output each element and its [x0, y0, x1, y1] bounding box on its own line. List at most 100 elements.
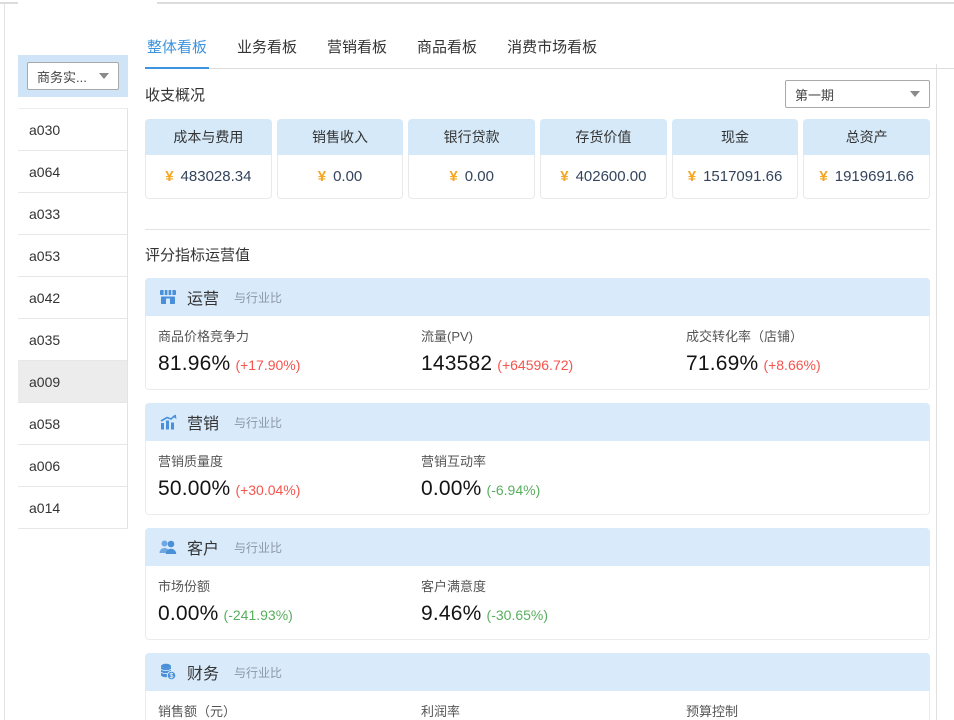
stat-header: 存货价值: [540, 119, 667, 155]
list-item-a009-selected[interactable]: a009: [18, 361, 127, 403]
svg-text:$: $: [170, 673, 174, 680]
metric-delta: (+30.04%): [235, 482, 300, 498]
stat-value-cell: ¥ 1517091.66: [672, 155, 799, 199]
account-list: a030 a064 a033 a053 a042 a035 a009 a058 …: [18, 108, 128, 529]
metric-value: 71.69%: [686, 352, 758, 375]
metric-label: 预算控制: [686, 701, 929, 720]
metric-label: 客户满意度: [421, 576, 686, 595]
metric-delta: (-30.65%): [487, 607, 548, 623]
metric-marketing-quality: 营销质量度 50.00% (+30.04%): [158, 451, 421, 501]
stat-header: 销售收入: [277, 119, 404, 155]
list-item-a014[interactable]: a014: [18, 487, 127, 529]
group-name: 客户: [187, 535, 219, 559]
metric-label: 营销质量度: [158, 451, 421, 470]
list-item-a035[interactable]: a035: [18, 319, 127, 361]
yuan-icon: ¥: [449, 168, 457, 185]
storefront-icon: [158, 287, 178, 307]
finance-overview-header: 收支概况 第一期: [145, 77, 930, 111]
page-left-border: [4, 4, 5, 720]
stat-value-cell: ¥ 0.00: [277, 155, 404, 199]
tab-overall-board[interactable]: 整体看板: [145, 28, 209, 69]
group-name: 营销: [187, 410, 219, 434]
sidebar: 商务实... a030 a064 a033 a053 a042 a035 a00…: [18, 55, 128, 529]
stat-header: 现金: [672, 119, 799, 155]
metric-delta: (-241.93%): [224, 607, 293, 623]
metric-delta: (+64596.72): [497, 357, 573, 373]
group-customer-metrics: 市场份额 0.00% (-241.93%) 客户满意度 9.46%(-30.65%…: [145, 566, 930, 640]
metric-conversion-rate: 成交转化率（店铺） 71.69%(+8.66%): [686, 326, 929, 376]
section-divider: [145, 229, 930, 230]
metric-label: 成交转化率（店铺）: [686, 326, 929, 345]
metric-price-competitiveness: 商品价格竞争力 81.96%(+17.90%): [158, 326, 421, 376]
metric-value: 0.00%: [421, 477, 482, 500]
stat-value-cell: ¥ 483028.34: [145, 155, 272, 199]
metric-label: 市场份额: [158, 576, 421, 595]
dashboard-tabs: 整体看板 业务看板 营销看板 商品看板 消费市场看板: [145, 28, 954, 69]
stat-value-cell: ¥ 1919691.66: [803, 155, 930, 199]
period-select[interactable]: 第一期: [785, 80, 930, 108]
list-item-a006[interactable]: a006: [18, 445, 127, 487]
main-panel: 整体看板 业务看板 营销看板 商品看板 消费市场看板 收支概况 第一期 成本与费…: [145, 28, 954, 720]
stat-value: 0.00: [333, 168, 362, 185]
finance-stats-row: 成本与费用 ¥ 483028.34 销售收入 ¥ 0.00 银行贷款 ¥ 0.0…: [145, 119, 930, 199]
metric-value: 81.96%: [158, 352, 230, 375]
list-item-a058[interactable]: a058: [18, 403, 127, 445]
sidebar-filter-panel: 商务实...: [18, 55, 128, 97]
yuan-icon: ¥: [688, 168, 696, 185]
group-customer-header: 客户 与行业比: [145, 528, 930, 566]
metric-customer-satisfaction: 客户满意度 9.46%(-30.65%): [421, 576, 686, 626]
metric-traffic-pv: 流量(PV) 143582 (+64596.72): [421, 326, 686, 376]
tab-consumer-market-board[interactable]: 消费市场看板: [505, 28, 599, 68]
industry-compare-label: 与行业比: [234, 539, 282, 556]
metric-budget-control: 预算控制 89.90%(-116.62%): [686, 701, 929, 720]
metric-label: 商品价格竞争力: [158, 326, 421, 345]
metric-value: 143582: [421, 352, 492, 375]
group-finance: $ 财务 与行业比 销售额（元） 0.00(-7862.97) 利润率 0.00…: [145, 653, 930, 720]
stat-header: 成本与费用: [145, 119, 272, 155]
stat-value: 483028.34: [181, 168, 252, 185]
stat-value: 402600.00: [576, 168, 647, 185]
stat-cash: 现金 ¥ 1517091.66: [672, 119, 799, 199]
coins-icon: $: [158, 662, 178, 682]
group-marketing-metrics: 营销质量度 50.00% (+30.04%) 营销互动率 0.00%(-6.94%…: [145, 441, 930, 515]
stat-header: 总资产: [803, 119, 930, 155]
score-section-title: 评分指标运营值: [145, 244, 954, 265]
stat-value: 0.00: [465, 168, 494, 185]
list-item-a033[interactable]: a033: [18, 193, 127, 235]
group-name: 运营: [187, 285, 219, 309]
yuan-icon: ¥: [318, 168, 326, 185]
metric-label: 流量(PV): [421, 326, 686, 345]
metric-value: 50.00%: [158, 477, 230, 500]
list-item-a042[interactable]: a042: [18, 277, 127, 319]
company-select-value: 商务实...: [37, 67, 87, 86]
metric-marketing-interaction: 营销互动率 0.00%(-6.94%): [421, 451, 686, 501]
tab-business-board[interactable]: 业务看板: [235, 28, 299, 68]
stat-value-cell: ¥ 0.00: [408, 155, 535, 199]
metric-value: 0.00%: [158, 602, 219, 625]
stat-value-cell: ¥ 402600.00: [540, 155, 667, 199]
group-operations-metrics: 商品价格竞争力 81.96%(+17.90%) 流量(PV) 143582 (+6…: [145, 316, 930, 390]
stat-inventory-value: 存货价值 ¥ 402600.00: [540, 119, 667, 199]
page-top-border-left: [0, 2, 18, 4]
yuan-icon: ¥: [165, 168, 173, 185]
group-operations-header: 运营 与行业比: [145, 278, 930, 316]
tab-product-board[interactable]: 商品看板: [415, 28, 479, 68]
company-select[interactable]: 商务实...: [27, 62, 119, 90]
metric-label: 营销互动率: [421, 451, 686, 470]
industry-compare-label: 与行业比: [234, 289, 282, 306]
yuan-icon: ¥: [819, 168, 827, 185]
list-item-a064[interactable]: a064: [18, 151, 127, 193]
tab-marketing-board[interactable]: 营销看板: [325, 28, 389, 68]
stat-header: 银行贷款: [408, 119, 535, 155]
list-item-a053[interactable]: a053: [18, 235, 127, 277]
list-item-a030[interactable]: a030: [18, 109, 127, 151]
chevron-down-icon: [910, 91, 920, 97]
metric-label: 利润率: [421, 701, 686, 720]
group-marketing: 营销 与行业比 营销质量度 50.00%(+30.04%) 营销互动率 0.00…: [145, 403, 930, 515]
metric-market-share: 市场份额 0.00% (-241.93%): [158, 576, 421, 626]
industry-compare-label: 与行业比: [234, 664, 282, 681]
page-top-border-right: [157, 2, 954, 4]
stat-value: 1919691.66: [835, 168, 914, 185]
group-finance-metrics: 销售额（元） 0.00(-7862.97) 利润率 0.00%(+2.60%) …: [145, 691, 930, 720]
metric-sales-amount: 销售额（元） 0.00(-7862.97): [158, 701, 421, 720]
